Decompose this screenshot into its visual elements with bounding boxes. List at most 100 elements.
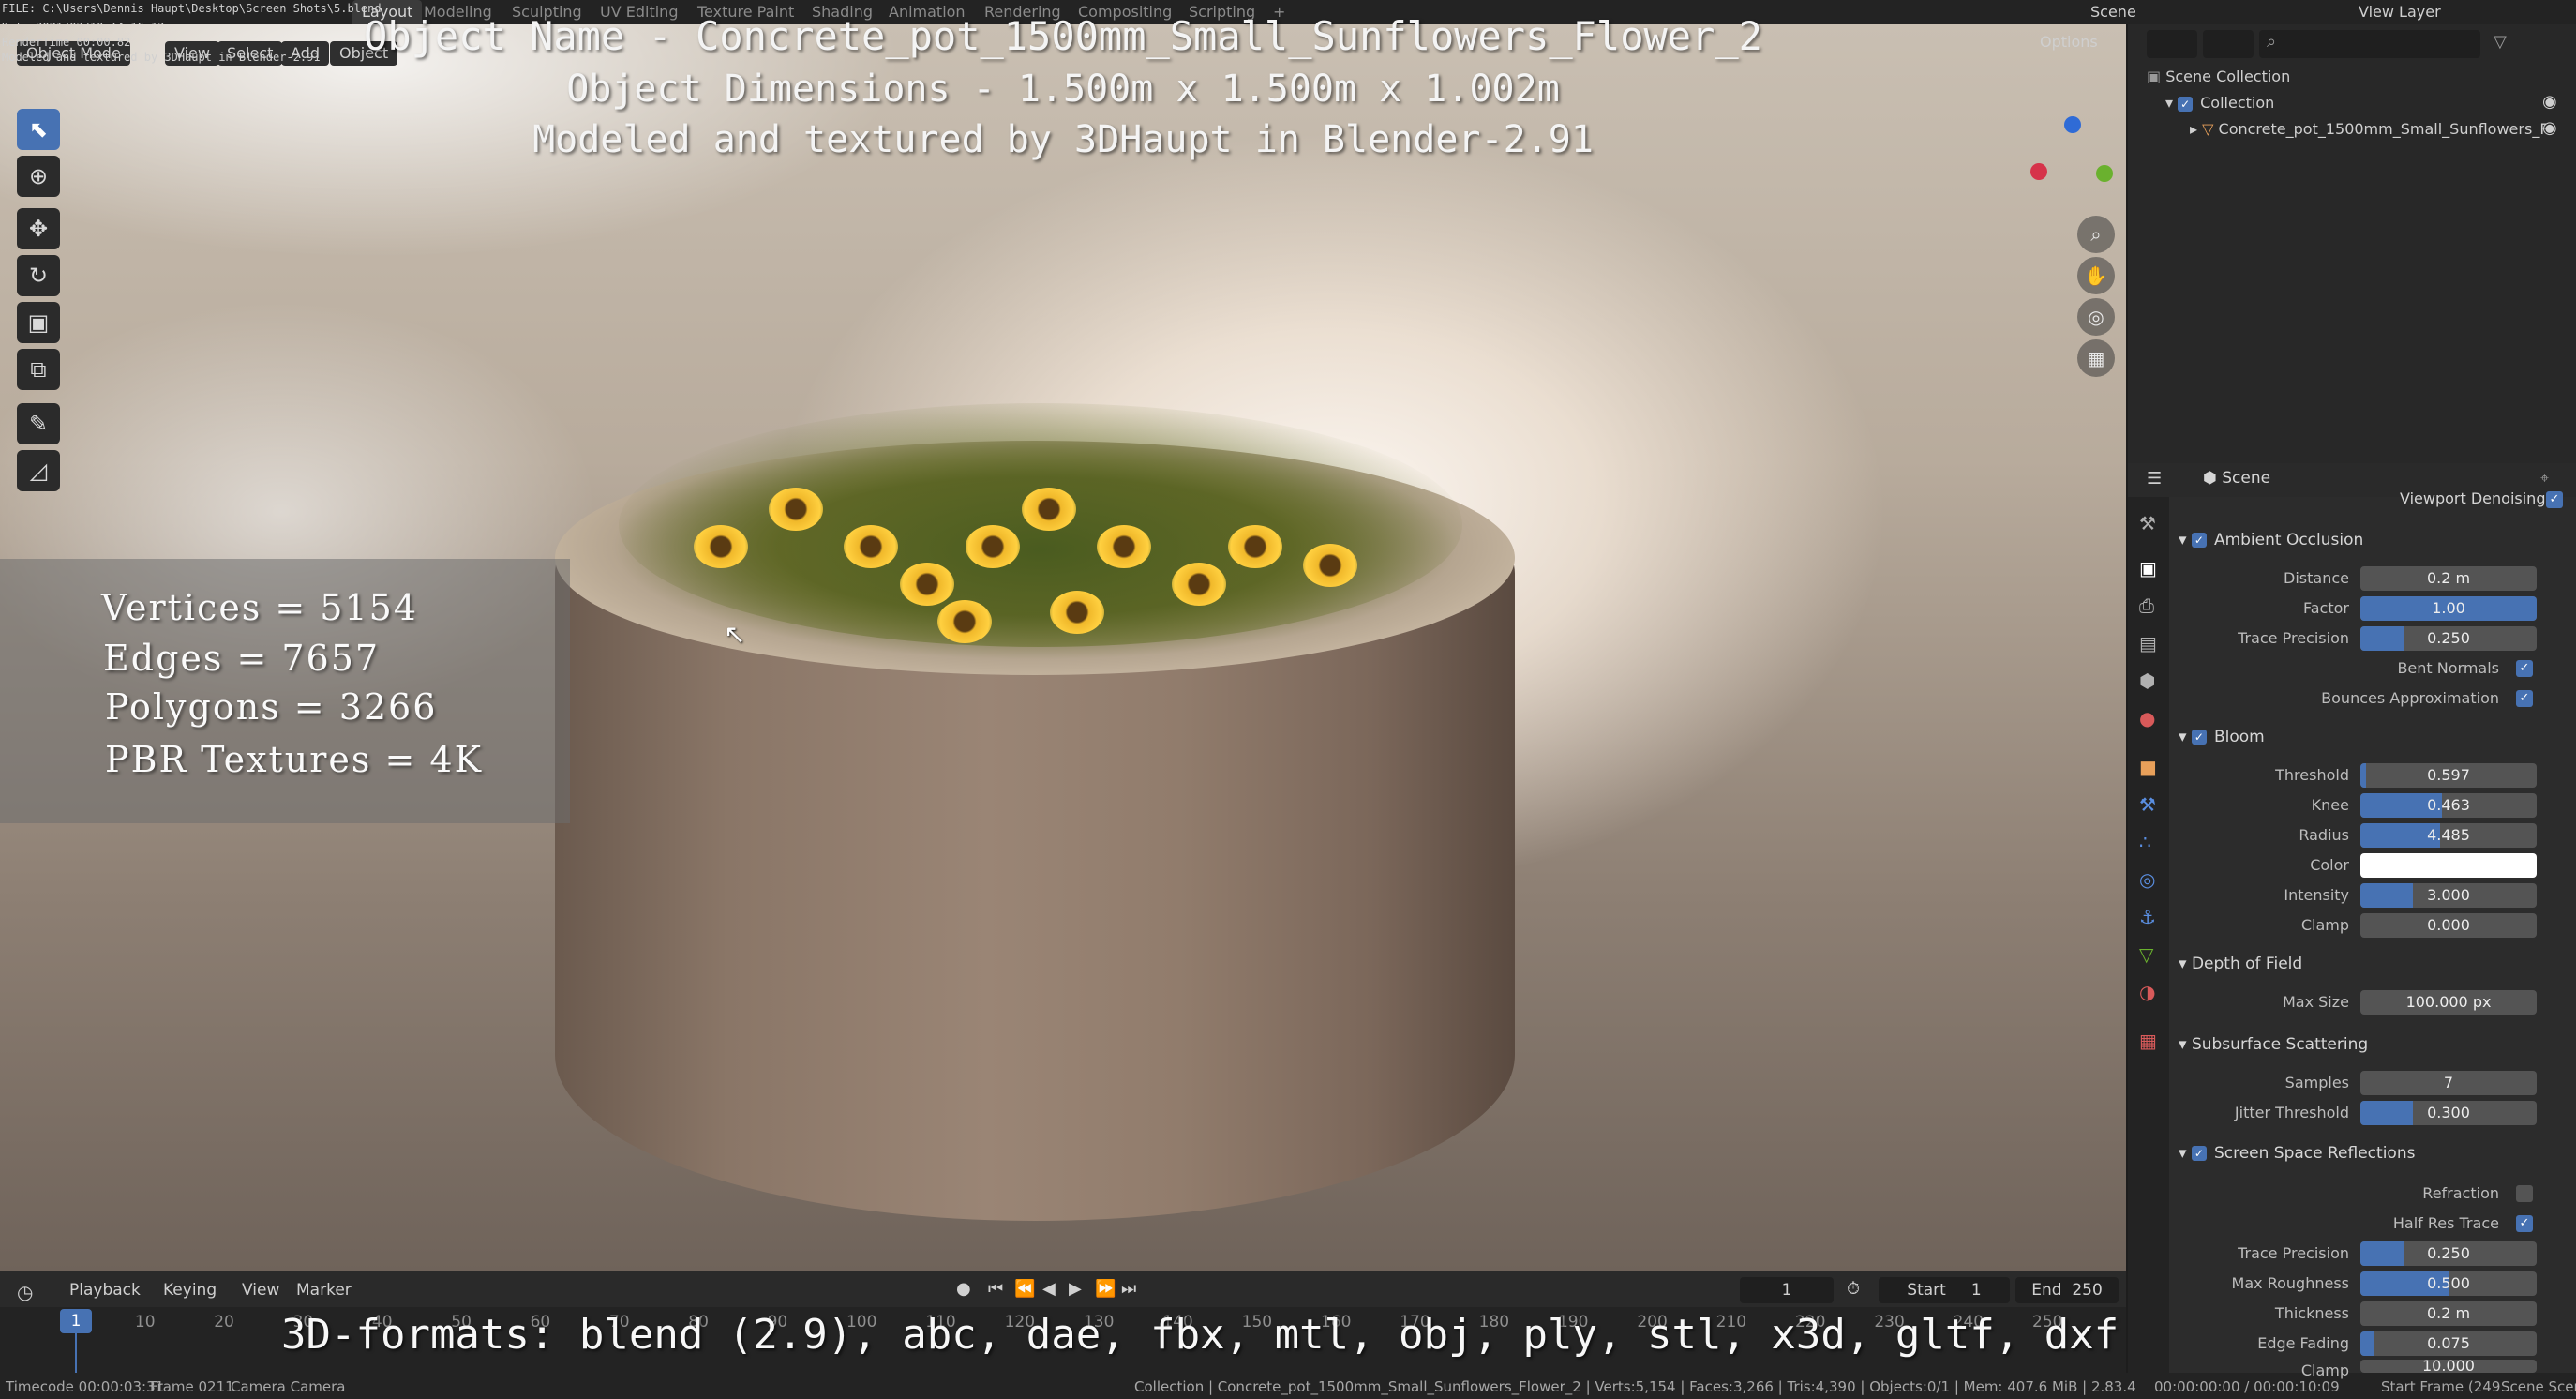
bloom-color-swatch[interactable] [2360,853,2537,878]
collection-checkbox[interactable]: ✓ [2178,96,2194,112]
panel-subsurface-scattering[interactable]: ▾ Subsurface Scattering [2179,1030,2368,1060]
menu-keying[interactable]: Keying [163,1281,217,1300]
ssr-thickness-label: Thickness [2274,1304,2349,1322]
data-tab-icon[interactable]: ▽ [2139,943,2153,966]
outliner-object[interactable]: ▸ ▽ Concrete_pot_1500mm_Small_Sunflowers… [2190,116,2546,143]
menu-playback[interactable]: Playback [69,1281,141,1300]
ao-trace-precision-value: 0.250 [2427,629,2470,647]
panel-depth-of-field[interactable]: ▾ Depth of Field [2179,949,2302,979]
ssr-checkbox[interactable]: ✓ [2191,1146,2207,1161]
move-icon[interactable]: ✥ [17,208,60,249]
rotate-icon[interactable]: ↻ [17,255,60,296]
world-tab-icon[interactable]: ● [2139,707,2155,730]
menu-timeline-view[interactable]: View [242,1281,279,1300]
measure-icon[interactable]: ◿ [17,450,60,491]
play-reverse-icon[interactable]: ◀ [1042,1279,1056,1299]
bloom-clamp-field[interactable]: 0.000 [2360,913,2537,938]
stopwatch-icon[interactable]: ⏱ [1847,1279,1860,1299]
scene-tab-icon[interactable]: ⬢ [2139,669,2155,692]
ao-factor-value: 1.00 [2432,599,2465,617]
pan-hand-icon[interactable]: ✋ [2077,257,2115,294]
end-frame-field[interactable]: End 250 [2015,1277,2119,1303]
bloom-checkbox[interactable]: ✓ [2191,730,2207,745]
outliner-collection[interactable]: ▾ ✓ Collection [2165,90,2576,116]
tool-tab-icon[interactable]: ⚒ [2139,512,2156,534]
ao-factor-slider[interactable]: 1.00 [2360,596,2537,621]
ssr-clamp-field[interactable]: 10.000 [2360,1360,2537,1373]
bounces-approximation-checkbox[interactable]: ✓ [2516,690,2533,707]
credit-overlay: Modeled and textured by 3DHaupt in Blend… [532,118,1594,161]
bloom-threshold-slider[interactable]: 0.597 [2360,763,2537,788]
zoom-icon[interactable]: ⌕ [2077,216,2115,253]
editor-type-icon[interactable]: ◷ [17,1281,33,1303]
annotate-icon[interactable]: ✎ [17,403,60,444]
outliner-editor-type[interactable] [2147,30,2197,58]
next-keyframe-icon[interactable]: ⏩ [1095,1279,1116,1299]
outliner-display-mode[interactable] [2203,30,2254,58]
camera-view-icon[interactable]: ◎ [2077,298,2115,336]
cursor-icon[interactable]: ⊕ [17,156,60,197]
sunflower [1097,525,1151,568]
ssr-trace-precision-slider[interactable]: 0.250 [2360,1241,2537,1266]
scale-icon[interactable]: ▣ [17,302,60,343]
pin-icon[interactable]: ⌖ [2540,469,2549,488]
ssr-edge-fading-slider[interactable]: 0.075 [2360,1331,2537,1356]
panel-bloom[interactable]: ▾ ✓ Bloom [2179,722,2265,752]
sss-samples-field[interactable]: 7 [2360,1071,2537,1095]
editor-type-icon[interactable]: ☰ [2147,469,2162,489]
properties-context-label: Scene [2222,469,2271,488]
play-icon[interactable]: ▶ [1069,1279,1082,1299]
panel-ambient-occlusion[interactable]: ▾ ✓ Ambient Occlusion [2179,525,2363,555]
ssr-clamp-value: 10.000 [2422,1360,2475,1373]
expand-icon[interactable]: ▾ [2165,94,2173,112]
ssr-thickness-field[interactable]: 0.2 m [2360,1301,2537,1326]
ao-distance-field[interactable]: 0.2 m [2360,566,2537,591]
stat-edges: Edges = 7657 [103,638,381,679]
bloom-intensity-fill [2360,883,2414,908]
bloom-intensity-slider[interactable]: 3.000 [2360,883,2537,908]
formats-overlay: 3D-formats: blend (2.9), abc, dae, fbx, … [281,1311,2119,1359]
bloom-threshold-fill [2360,763,2366,788]
bloom-radius-slider[interactable]: 4.485 [2360,823,2537,848]
half-res-trace-checkbox[interactable]: ✓ [2516,1215,2533,1232]
sss-jitter-fill [2360,1101,2414,1125]
menu-marker[interactable]: Marker [296,1281,352,1300]
expand-icon[interactable]: ▸ [2190,120,2197,138]
ssr-max-roughness-slider[interactable]: 0.500 [2360,1271,2537,1296]
bloom-intensity-label: Intensity [2284,886,2349,904]
panel-screen-space-reflections[interactable]: ▾ ✓ Screen Space Reflections [2179,1138,2415,1168]
bloom-threshold-value: 0.597 [2427,766,2470,784]
bent-normals-checkbox[interactable]: ✓ [2516,660,2533,677]
bloom-knee-slider[interactable]: 0.463 [2360,793,2537,818]
outliner-search-input[interactable] [2259,30,2480,58]
viewport-denoising-checkbox[interactable]: ✓ [2546,491,2563,508]
current-frame-field[interactable]: 1 [1740,1277,1834,1303]
filter-icon[interactable]: ▽ [2494,32,2507,52]
sss-jitter-slider[interactable]: 0.300 [2360,1101,2537,1125]
transform-icon[interactable]: ⧉ [17,349,60,390]
view-layer-selector[interactable]: View Layer [2359,0,2441,24]
grid-view-icon[interactable]: ▦ [2077,339,2115,377]
jump-start-icon[interactable]: ⏮ [988,1279,1003,1299]
ambient-occlusion-checkbox[interactable]: ✓ [2191,533,2207,548]
eye-icon[interactable]: ◉ [2542,118,2557,138]
sunflower [1228,525,1282,568]
collapse-icon: ▾ [2179,955,2187,973]
refraction-checkbox[interactable] [2516,1185,2533,1202]
overlay-render-time: RenderTime 00:00.82 [2,36,131,49]
ao-trace-precision-slider[interactable]: 0.250 [2360,626,2537,651]
mesh-object-icon: ▽ [2202,120,2214,138]
stat-textures: PBR Textures = 4K [105,739,483,780]
sunflower [1050,591,1104,634]
start-frame-field[interactable]: Start 1 [1879,1277,2010,1303]
eye-icon[interactable]: ◉ [2542,92,2557,112]
texture-tab-icon[interactable]: ▦ [2139,1030,2157,1052]
jump-end-icon[interactable]: ⏭ [1121,1279,1136,1299]
gizmo-x-icon[interactable] [2030,163,2047,180]
outliner-scene-collection[interactable]: ▣ Scene Collection [2147,64,2576,90]
playhead[interactable]: 1 [60,1309,92,1333]
prev-keyframe-icon[interactable]: ⏪ [1014,1279,1035,1299]
gizmo-y-icon[interactable] [2096,165,2113,182]
record-icon[interactable]: ● [956,1279,971,1299]
dof-max-size-field[interactable]: 100.000 px [2360,990,2537,1015]
